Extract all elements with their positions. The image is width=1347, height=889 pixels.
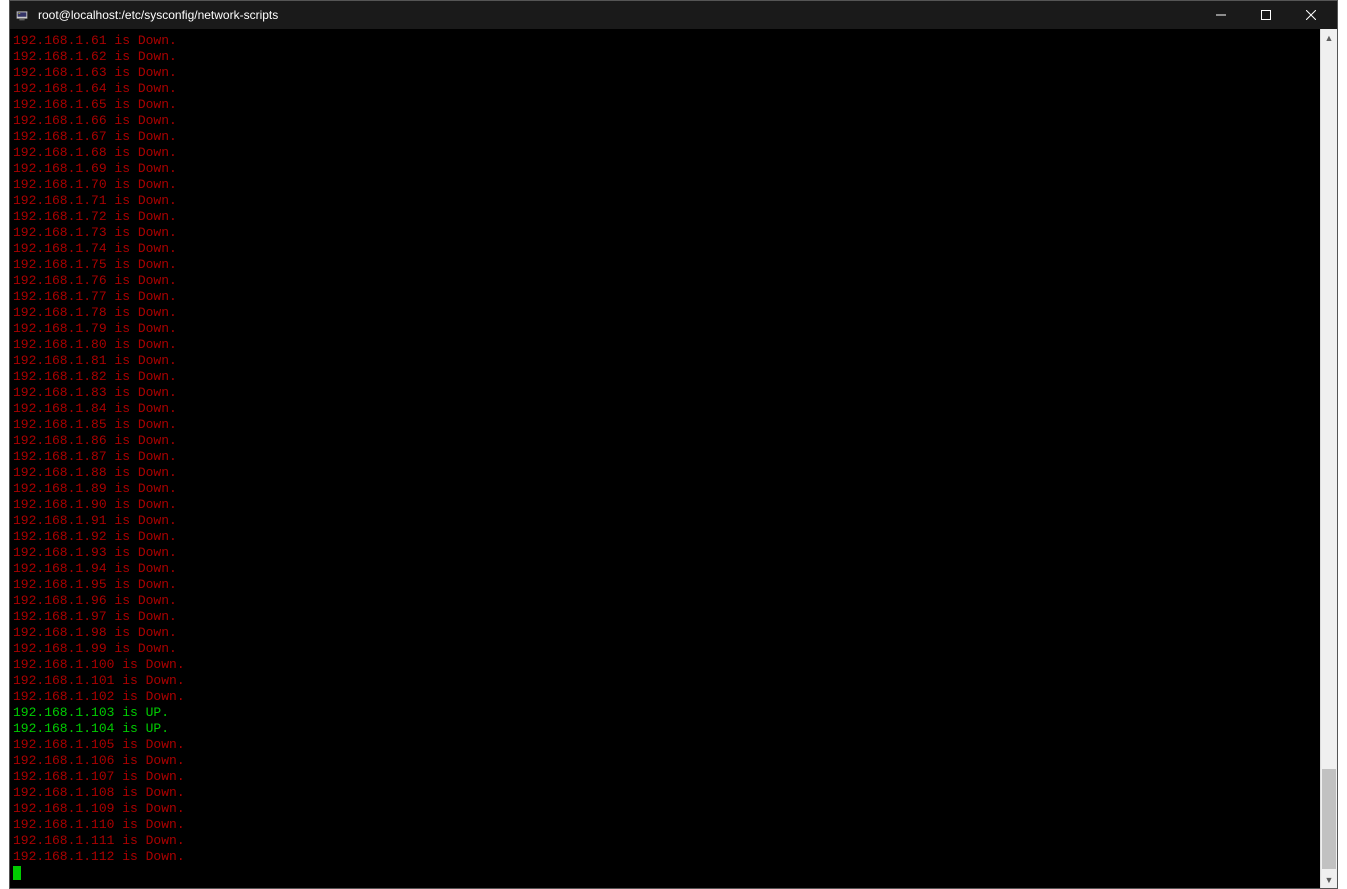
terminal-line: 192.168.1.101 is Down. [13, 673, 1317, 689]
terminal-line: 192.168.1.91 is Down. [13, 513, 1317, 529]
terminal-window: root@localhost:/etc/sysconfig/network-sc… [9, 0, 1338, 889]
close-button[interactable] [1288, 1, 1333, 29]
terminal-line: 192.168.1.86 is Down. [13, 433, 1317, 449]
terminal-line: 192.168.1.107 is Down. [13, 769, 1317, 785]
terminal-line: 192.168.1.108 is Down. [13, 785, 1317, 801]
terminal-line: 192.168.1.75 is Down. [13, 257, 1317, 273]
window-title: root@localhost:/etc/sysconfig/network-sc… [38, 8, 1198, 22]
terminal-line: 192.168.1.78 is Down. [13, 305, 1317, 321]
terminal-line: 192.168.1.97 is Down. [13, 609, 1317, 625]
terminal-line: 192.168.1.92 is Down. [13, 529, 1317, 545]
terminal-line: 192.168.1.96 is Down. [13, 593, 1317, 609]
terminal-line: 192.168.1.64 is Down. [13, 81, 1317, 97]
terminal-line: 192.168.1.70 is Down. [13, 177, 1317, 193]
terminal-line: 192.168.1.80 is Down. [13, 337, 1317, 353]
terminal-line: 192.168.1.66 is Down. [13, 113, 1317, 129]
putty-icon [14, 7, 30, 23]
terminal-line: 192.168.1.93 is Down. [13, 545, 1317, 561]
terminal-line: 192.168.1.88 is Down. [13, 465, 1317, 481]
terminal-line: 192.168.1.87 is Down. [13, 449, 1317, 465]
terminal-line: 192.168.1.72 is Down. [13, 209, 1317, 225]
terminal-line: 192.168.1.67 is Down. [13, 129, 1317, 145]
terminal-line: 192.168.1.76 is Down. [13, 273, 1317, 289]
scrollbar-thumb[interactable] [1322, 769, 1336, 869]
terminal-line: 192.168.1.77 is Down. [13, 289, 1317, 305]
terminal-line: 192.168.1.99 is Down. [13, 641, 1317, 657]
terminal-line: 192.168.1.89 is Down. [13, 481, 1317, 497]
terminal-line: 192.168.1.94 is Down. [13, 561, 1317, 577]
terminal-line: 192.168.1.69 is Down. [13, 161, 1317, 177]
terminal-line: 192.168.1.95 is Down. [13, 577, 1317, 593]
terminal-line: 192.168.1.73 is Down. [13, 225, 1317, 241]
scrollbar-vertical[interactable]: ▲ ▼ [1320, 29, 1337, 888]
terminal-line: 192.168.1.98 is Down. [13, 625, 1317, 641]
scrollbar-arrow-up-icon[interactable]: ▲ [1321, 29, 1337, 46]
terminal-line: 192.168.1.102 is Down. [13, 689, 1317, 705]
terminal-line: 192.168.1.100 is Down. [13, 657, 1317, 673]
terminal-line: 192.168.1.111 is Down. [13, 833, 1317, 849]
scrollbar-arrow-down-icon[interactable]: ▼ [1321, 871, 1337, 888]
terminal-line: 192.168.1.83 is Down. [13, 385, 1317, 401]
titlebar[interactable]: root@localhost:/etc/sysconfig/network-sc… [10, 1, 1337, 29]
terminal-line: 192.168.1.84 is Down. [13, 401, 1317, 417]
terminal-line: 192.168.1.112 is Down. [13, 849, 1317, 865]
terminal-line: 192.168.1.104 is UP. [13, 721, 1317, 737]
terminal-cursor [13, 866, 21, 880]
terminal-line: 192.168.1.90 is Down. [13, 497, 1317, 513]
terminal-line: 192.168.1.103 is UP. [13, 705, 1317, 721]
terminal-line: 192.168.1.65 is Down. [13, 97, 1317, 113]
terminal-line: 192.168.1.82 is Down. [13, 369, 1317, 385]
terminal-line: 192.168.1.79 is Down. [13, 321, 1317, 337]
terminal-line: 192.168.1.110 is Down. [13, 817, 1317, 833]
terminal-line: 192.168.1.85 is Down. [13, 417, 1317, 433]
terminal-cursor-line[interactable] [13, 865, 1317, 881]
terminal-line: 192.168.1.68 is Down. [13, 145, 1317, 161]
minimize-button[interactable] [1198, 1, 1243, 29]
terminal-line: 192.168.1.61 is Down. [13, 33, 1317, 49]
terminal-output[interactable]: 192.168.1.61 is Down.192.168.1.62 is Dow… [10, 29, 1320, 888]
window-controls [1198, 1, 1333, 29]
terminal-line: 192.168.1.81 is Down. [13, 353, 1317, 369]
terminal-line: 192.168.1.105 is Down. [13, 737, 1317, 753]
terminal-line: 192.168.1.71 is Down. [13, 193, 1317, 209]
terminal-line: 192.168.1.62 is Down. [13, 49, 1317, 65]
terminal-line: 192.168.1.109 is Down. [13, 801, 1317, 817]
maximize-button[interactable] [1243, 1, 1288, 29]
terminal-line: 192.168.1.74 is Down. [13, 241, 1317, 257]
terminal-line: 192.168.1.63 is Down. [13, 65, 1317, 81]
terminal-container: 192.168.1.61 is Down.192.168.1.62 is Dow… [10, 29, 1337, 888]
terminal-line: 192.168.1.106 is Down. [13, 753, 1317, 769]
